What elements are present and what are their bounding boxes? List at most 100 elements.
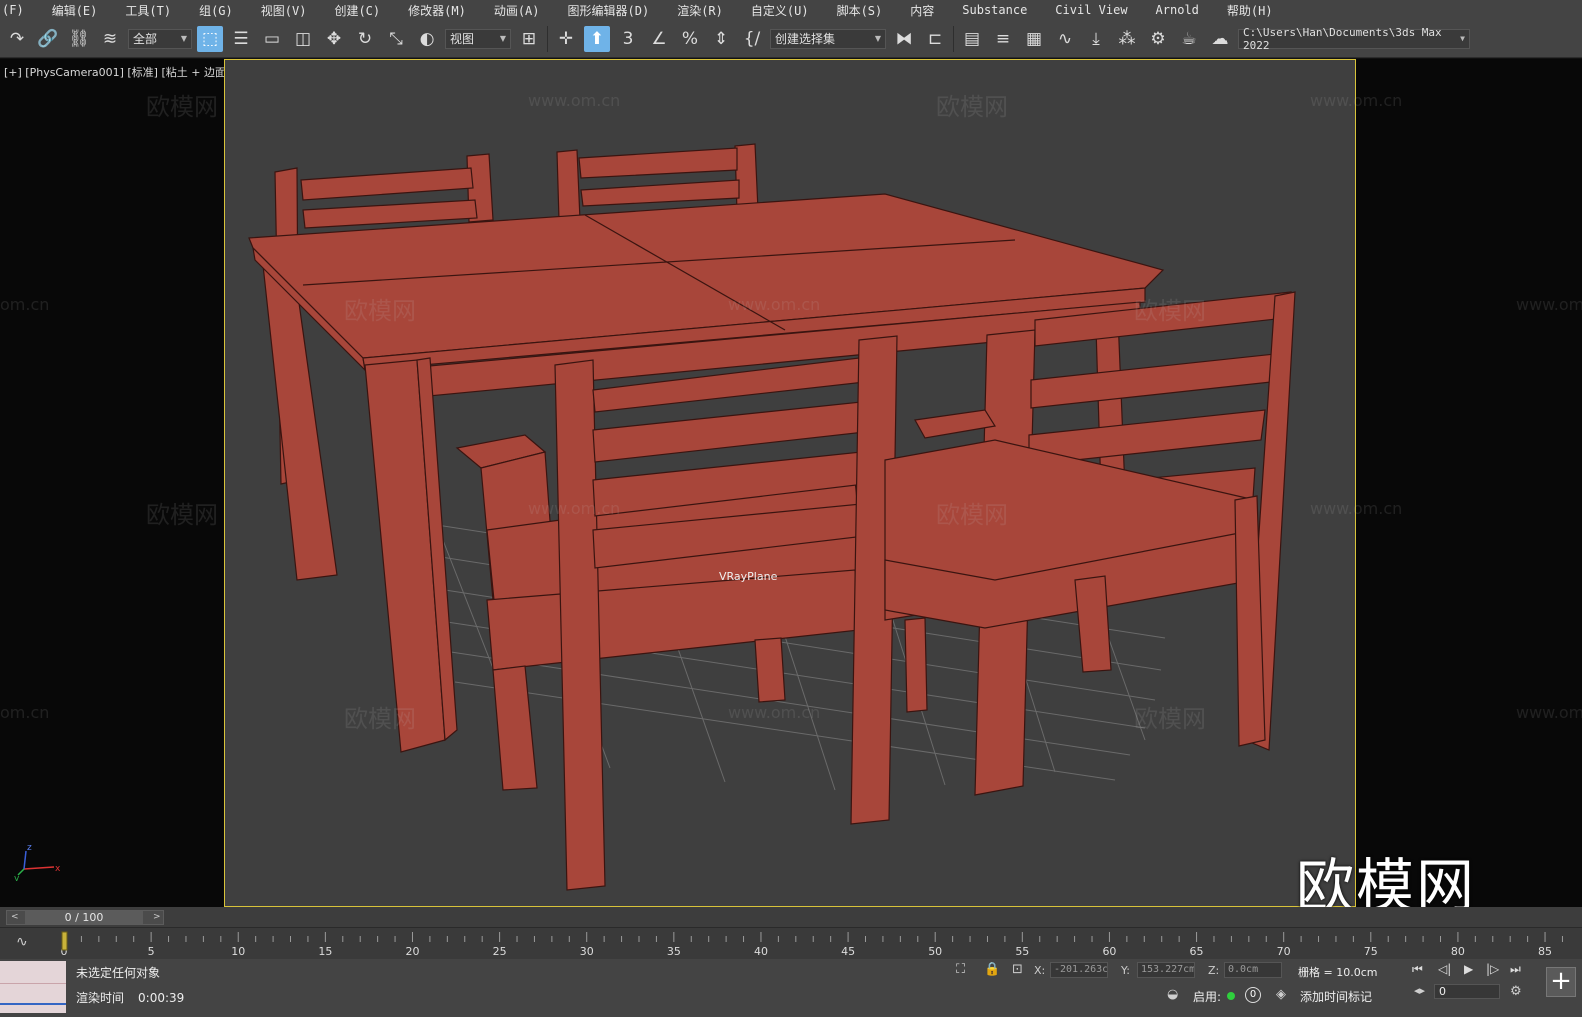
ruler-tick-label: 85 (1538, 945, 1552, 958)
align-icon[interactable]: ⊏ (922, 26, 948, 52)
render-setup-icon[interactable]: ⚙ (1145, 26, 1171, 52)
frame-ruler[interactable]: 0 5 10 15 20 25 30 35 40 45 50 55 60 65 70 75 80 85 (60, 928, 1582, 960)
ruler-tick-label: 75 (1364, 945, 1378, 958)
time-slider-track[interactable]: < 0 / 100 > (6, 910, 164, 925)
menu-item[interactable]: (F) (0, 3, 38, 17)
mirror-icon[interactable]: ⧓ (891, 26, 917, 52)
spinner-snap-icon[interactable]: ⇕ (708, 26, 734, 52)
named-selection-value: 创建选择集 (775, 32, 836, 46)
add-time-tag[interactable]: 添加时间标记 (1300, 988, 1372, 1005)
previous-frame-icon[interactable]: ◁| (1438, 962, 1451, 976)
redo-icon[interactable]: ↷ (4, 26, 30, 52)
watermark-url: www.om.cn (1516, 295, 1582, 314)
render-production-icon[interactable]: ☁ (1207, 26, 1233, 52)
render-time: 渲染时间 0:00:39 (76, 989, 184, 1006)
rectangular-selection-icon[interactable]: ▭ (259, 26, 285, 52)
zero-badge[interactable]: 0 (1245, 987, 1261, 1003)
absolute-mode-icon[interactable]: ⊡ (1012, 962, 1023, 977)
current-frame-field[interactable]: 0 (1434, 984, 1500, 999)
axis-z-label: z (27, 843, 32, 853)
select-manipulate-icon[interactable]: ✛ (553, 26, 579, 52)
key-mode-icon[interactable]: ◂▸ (1414, 984, 1425, 997)
isolate-selection-icon[interactable]: ⛶ (956, 962, 965, 977)
link-icon[interactable]: 🔗 (35, 26, 61, 52)
menu-item[interactable]: 编辑(E) (38, 2, 112, 19)
menu-item[interactable]: 脚本(S) (823, 2, 897, 19)
move-icon[interactable]: ✥ (321, 26, 347, 52)
ruler-tick-label: 45 (841, 945, 855, 958)
scale-icon[interactable]: ⤡ (383, 26, 409, 52)
x-label: X: (1034, 964, 1046, 977)
menu-item[interactable]: 自定义(U) (737, 2, 823, 19)
ribbon-icon[interactable]: ▦ (1021, 26, 1047, 52)
next-frame-icon[interactable]: |▷ (1486, 962, 1499, 976)
z-coordinate-field[interactable]: 0.0cm (1224, 962, 1282, 978)
named-selection-dropdown[interactable]: 创建选择集 ▼ (770, 28, 886, 49)
go-to-end-icon[interactable]: ⏭ (1510, 962, 1521, 977)
menu-item[interactable]: Arnold (1142, 3, 1213, 17)
ruler-tick-label: 5 (148, 945, 155, 958)
watermark-url: www.om.cn (1516, 703, 1582, 722)
go-to-start-icon[interactable]: ⏮ (1412, 962, 1423, 977)
x-coordinate-field[interactable]: -201.263cm (1050, 962, 1108, 978)
menu-item[interactable]: 图形编辑器(D) (554, 2, 664, 19)
time-tag-icon[interactable]: ◈ (1276, 987, 1286, 1002)
angle-snap-icon[interactable]: ∠ (646, 26, 672, 52)
project-path-dropdown[interactable]: C:\Users\Han\Documents\3ds Max 2022 ▼ (1238, 26, 1470, 52)
watermark-logo: 欧模网 (146, 501, 218, 529)
layer-explorer-icon[interactable]: ≡ (990, 26, 1016, 52)
menu-item[interactable]: 组(G) (185, 2, 247, 19)
create-icon[interactable]: + (1546, 967, 1576, 997)
menu-item[interactable]: 修改器(M) (394, 2, 480, 19)
placement-icon[interactable]: ◐ (414, 26, 440, 52)
menu-item[interactable]: 视图(V) (247, 2, 321, 19)
menu-item[interactable]: 创建(C) (320, 2, 394, 19)
rendered-frame-window-icon[interactable]: ☕ (1176, 26, 1202, 52)
curve-editor-icon[interactable]: ∿ (1052, 26, 1078, 52)
menu-item[interactable]: 工具(T) (111, 2, 185, 19)
material-editor-icon[interactable]: ⁂ (1114, 26, 1140, 52)
snaps-toggle-icon[interactable]: 3 (615, 26, 641, 52)
chevron-right-icon[interactable]: > (153, 911, 161, 924)
maxscript-listener[interactable] (0, 961, 66, 1013)
unlink-icon[interactable]: ⛓ (66, 26, 92, 52)
menu-item[interactable]: 渲染(R) (663, 2, 737, 19)
menu-item[interactable]: Substance (948, 3, 1041, 17)
select-by-name-icon[interactable]: ☰ (228, 26, 254, 52)
ruler-tick-label: 50 (928, 945, 942, 958)
viewport[interactable]: [+] [PhysCamera001] [标准] [粘土 + 边面] VRayP… (0, 59, 1582, 920)
adaptive-degradation-icon[interactable]: ◒ (1167, 987, 1178, 1002)
watermark-url: om.cn (0, 295, 50, 314)
play-icon[interactable]: ▶ (1464, 962, 1473, 976)
window-crossing-icon[interactable]: ◫ (290, 26, 316, 52)
mini-curve-editor-icon[interactable]: ∿ (16, 934, 28, 950)
menu-item[interactable]: Civil View (1041, 3, 1141, 17)
ref-coord-value: 视图 (450, 32, 475, 46)
y-coordinate-field[interactable]: 153.227cm (1137, 962, 1195, 978)
menu-item[interactable]: 内容 (896, 2, 948, 19)
selection-filter-dropdown[interactable]: 全部 ▼ (128, 28, 192, 49)
lock-selection-icon[interactable]: 🔒 (984, 962, 1000, 977)
track-bar[interactable]: ∿ 0 5 10 15 20 25 30 35 40 45 50 55 60 65 70 75 80 85 (0, 927, 1582, 959)
render-time-value: 0:00:39 (138, 991, 185, 1005)
rotate-icon[interactable]: ↻ (352, 26, 378, 52)
reference-coordinate-dropdown[interactable]: 视图 ▼ (445, 28, 511, 49)
chevron-down-icon: ▼ (180, 34, 187, 43)
keyboard-shortcut-override-icon[interactable]: ⬆ (584, 25, 610, 52)
ruler-tick-label: 35 (667, 945, 681, 958)
menu-item[interactable]: 动画(A) (480, 2, 554, 19)
ruler-tick-label: 10 (231, 945, 245, 958)
scene-explorer-icon[interactable]: ▤ (959, 26, 985, 52)
time-config-icon[interactable]: ⚙ (1510, 984, 1522, 999)
pivot-center-icon[interactable]: ⊞ (516, 26, 542, 52)
bind-spacewarp-icon[interactable]: ≋ (97, 26, 123, 52)
safe-frame: VRayPlane (224, 59, 1356, 907)
time-slider-handle[interactable]: 0 / 100 (25, 911, 143, 924)
percent-snap-icon[interactable]: % (677, 26, 703, 52)
viewport-label[interactable]: [+] [PhysCamera001] [标准] [粘土 + 边面] (4, 64, 230, 80)
menu-item[interactable]: 帮助(H) (1213, 2, 1287, 19)
schematic-view-icon[interactable]: ⤓ (1083, 26, 1109, 52)
chevron-left-icon[interactable]: < (11, 911, 19, 924)
select-object-icon[interactable]: ⬚ (197, 25, 223, 52)
edit-named-selection-icon[interactable]: {/ (739, 26, 765, 52)
